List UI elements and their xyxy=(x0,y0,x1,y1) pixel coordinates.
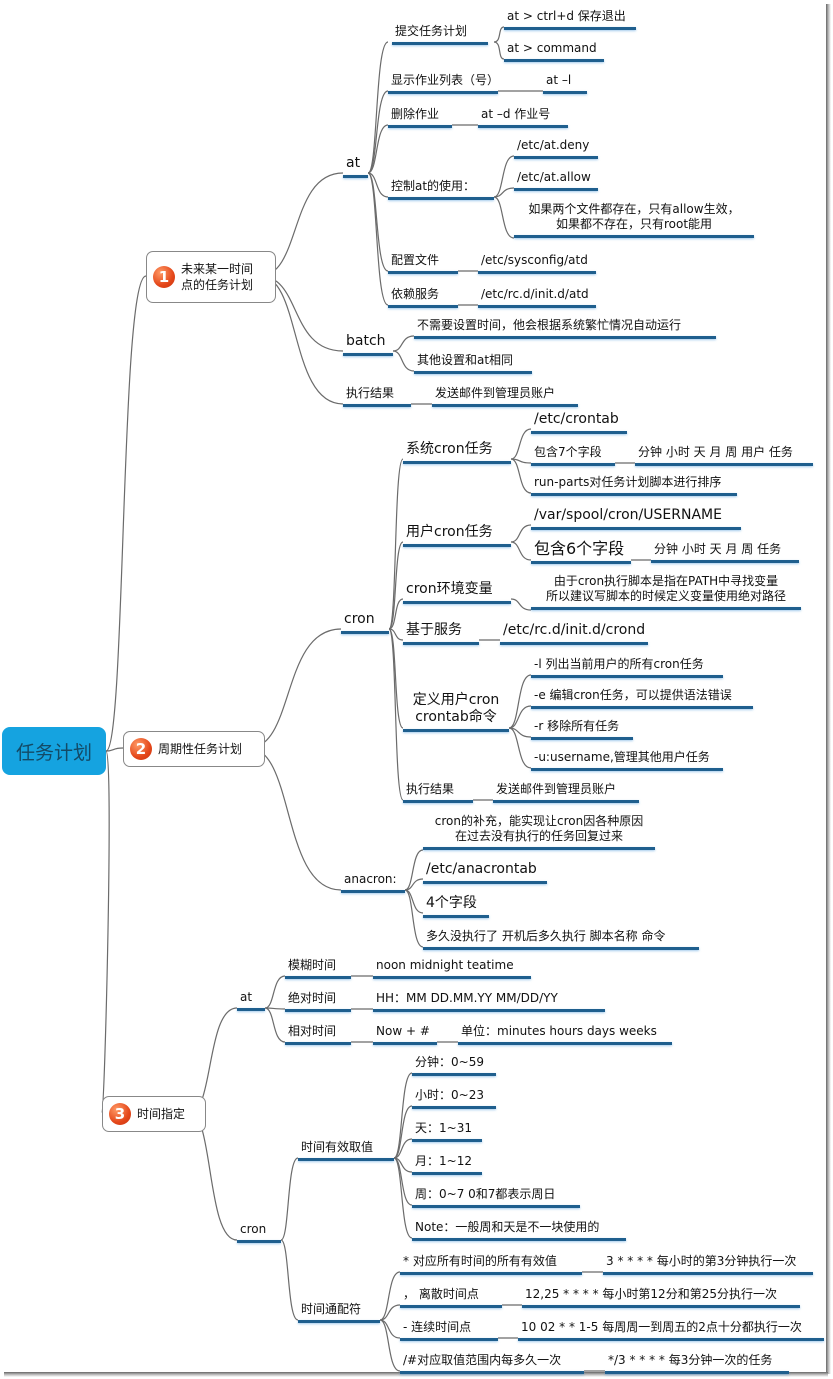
b3-at-row-label[interactable]: 绝对时间 xyxy=(285,991,351,1012)
b1-submit-child[interactable]: at > command xyxy=(504,41,604,62)
branch-2-label: 周期性任务计划 xyxy=(158,742,243,756)
b1-batch-node[interactable]: batch xyxy=(343,333,393,356)
b3-at-node[interactable]: at xyxy=(237,990,265,1011)
b3-at-row-label[interactable]: 相对时间 xyxy=(285,1024,351,1045)
b2-user-fields-value[interactable]: 分钟 小时 天 月 周 任务 xyxy=(651,542,799,563)
page-shadow-right xyxy=(826,4,831,1374)
b1-result-value[interactable]: 发送邮件到管理员账户 xyxy=(432,386,578,407)
b1-control-node[interactable]: 控制at的使用： xyxy=(388,179,494,200)
b1-batch-child[interactable]: 不需要设置时间，他会根据系统繁忙情况自动运行 xyxy=(414,318,716,339)
b1-delete-node[interactable]: 删除作业 xyxy=(388,107,452,128)
b2-result-value[interactable]: 发送邮件到管理员账户 xyxy=(493,782,639,803)
b2-anacron-fields-value[interactable]: 多久没执行了 开机后多久执行 脚本名称 命令 xyxy=(423,929,699,950)
b2-crontab-option[interactable]: -l 列出当前用户的所有cron任务 xyxy=(531,657,723,678)
b2-anacron-file[interactable]: /etc/anacrontab xyxy=(423,861,547,884)
b3-cron-node[interactable]: cron xyxy=(237,1222,281,1243)
b2-user-fields[interactable]: 包含6个字段 xyxy=(531,539,631,564)
b2-user-file[interactable]: /var/spool/cron/USERNAME xyxy=(531,507,741,530)
b3-wildcard-value[interactable]: 12,25 * * * * 每小时第12分和第25分执行一次 xyxy=(522,1287,800,1308)
branch-3-label: 时间指定 xyxy=(137,1107,186,1121)
b1-control-note[interactable]: 如果两个文件都存在，只有allow生效， 如果都不存在，只有root能用 xyxy=(514,202,754,238)
b1-service-node[interactable]: 依赖服务 xyxy=(388,287,458,308)
b1-list-value[interactable]: at –l xyxy=(543,73,587,94)
b2-system-runparts[interactable]: run-parts对任务计划脚本进行排序 xyxy=(531,475,737,496)
b2-anacron-fields[interactable]: 4个字段 xyxy=(423,895,489,918)
b3-at-row-value[interactable]: HH：MM DD.MM.YY MM/DD/YY xyxy=(373,991,605,1012)
b2-crontab-option[interactable]: -r 移除所有任务 xyxy=(531,719,633,740)
b3-wildcard-value[interactable]: */3 * * * * 每3分钟一次的任务 xyxy=(605,1353,789,1374)
b1-list-node[interactable]: 显示作业列表（号） xyxy=(388,73,499,94)
b3-valid-item[interactable]: 分钟：0~59 xyxy=(412,1055,496,1076)
root-label: 任务计划 xyxy=(15,741,92,764)
b2-system-fields-value[interactable]: 分钟 小时 天 月 周 用户 任务 xyxy=(635,445,813,466)
b3-valid-item[interactable]: Note：一般周和天是不一块使用的 xyxy=(412,1220,626,1241)
b3-wildcard-label[interactable]: - 连续时间点 xyxy=(400,1320,498,1341)
b2-crontab-option[interactable]: -e 编辑cron任务，可以提供语法错误 xyxy=(531,688,753,709)
branch-3-node[interactable]: 3 时间指定 xyxy=(102,1096,206,1132)
branch-1-node[interactable]: 1 未来某一时间 点的任务计划 xyxy=(146,251,276,303)
b2-user-node[interactable]: 用户cron任务 xyxy=(403,524,511,547)
b2-service-value[interactable]: /etc/rc.d/init.d/crond xyxy=(500,622,648,645)
b2-crontab-option[interactable]: -u:username,管理其他用户任务 xyxy=(531,750,723,771)
b3-wildcard-label[interactable]: ， 离散时间点 xyxy=(400,1287,502,1308)
b1-submit-child[interactable]: at > ctrl+d 保存退出 xyxy=(504,9,636,30)
b3-wildcard-label[interactable]: * 对应所有时间的所有有效值 xyxy=(400,1254,582,1275)
number-badge-icon: 3 xyxy=(109,1103,131,1125)
b3-valid-item[interactable]: 月：1~12 xyxy=(412,1154,482,1175)
b3-valid-item[interactable]: 周：0~7 0和7都表示周日 xyxy=(412,1187,580,1208)
number-badge-icon: 2 xyxy=(130,738,152,760)
b1-service-value[interactable]: /etc/rc.d/init.d/atd xyxy=(478,287,596,308)
b1-control-child[interactable]: /etc/at.allow xyxy=(514,170,598,191)
b2-cron-node[interactable]: cron xyxy=(341,611,389,634)
b1-at-node[interactable]: at xyxy=(343,155,368,178)
b3-wildcard-value[interactable]: 3 * * * * 每小时的第3分钟执行一次 xyxy=(603,1254,813,1275)
b3-at-row-label[interactable]: 模糊时间 xyxy=(285,958,351,979)
b3-wildcard-value[interactable]: 10 02 * * 1-5 每周周一到周五的2点十分都执行一次 xyxy=(518,1320,824,1341)
b3-wildcard-label[interactable]: /#对应取值范围内每多久一次 xyxy=(400,1353,584,1374)
b3-at-row-value[interactable]: Now + # xyxy=(373,1024,437,1045)
number-badge-icon: 1 xyxy=(153,266,175,288)
b2-anacron-note[interactable]: cron的补充，能实现让cron因各种原因 在过去没有执行的任务回复过来 xyxy=(423,814,655,850)
b1-delete-value[interactable]: at –d 作业号 xyxy=(478,107,568,128)
b2-anacron-node[interactable]: anacron: xyxy=(341,872,405,893)
branch-2-node[interactable]: 2 周期性任务计划 xyxy=(123,731,265,767)
b3-at-row-extra[interactable]: 单位：minutes hours days weeks xyxy=(458,1024,672,1045)
branch-1-label: 未来某一时间 点的任务计划 xyxy=(181,262,254,292)
b1-control-child[interactable]: /etc/at.deny xyxy=(514,138,598,159)
b3-valid-item[interactable]: 小时：0~23 xyxy=(412,1088,496,1109)
b1-batch-child[interactable]: 其他设置和at相同 xyxy=(414,353,532,374)
b1-submit-node[interactable]: 提交任务计划 xyxy=(392,24,488,45)
b2-system-fields[interactable]: 包含7个字段 xyxy=(531,445,615,466)
b2-system-node[interactable]: 系统cron任务 xyxy=(403,441,511,464)
b3-at-row-value[interactable]: noon midnight teatime xyxy=(373,958,531,979)
b3-wildcard-node[interactable]: 时间通配符 xyxy=(298,1302,380,1323)
b2-system-file[interactable]: /etc/crontab xyxy=(531,411,627,434)
b1-config-node[interactable]: 配置文件 xyxy=(388,253,458,274)
b1-result-node[interactable]: 执行结果 xyxy=(343,386,411,407)
b3-valid-node[interactable]: 时间有效取值 xyxy=(298,1140,394,1161)
root-node[interactable]: 任务计划 xyxy=(2,727,106,775)
b2-service-node[interactable]: 基于服务 xyxy=(403,622,479,645)
b2-env-note[interactable]: 由于cron执行脚本是指在PATH中寻找变量 所以建议写脚本的时候定义变量使用绝对… xyxy=(531,574,801,610)
b2-env-node[interactable]: cron环境变量 xyxy=(403,581,511,604)
b2-result-node[interactable]: 执行结果 xyxy=(403,782,473,803)
b3-valid-item[interactable]: 天：1~31 xyxy=(412,1121,482,1142)
b2-crontab-node[interactable]: 定义用户cron crontab命令 xyxy=(403,692,509,732)
b1-config-value[interactable]: /etc/sysconfig/atd xyxy=(478,253,596,274)
